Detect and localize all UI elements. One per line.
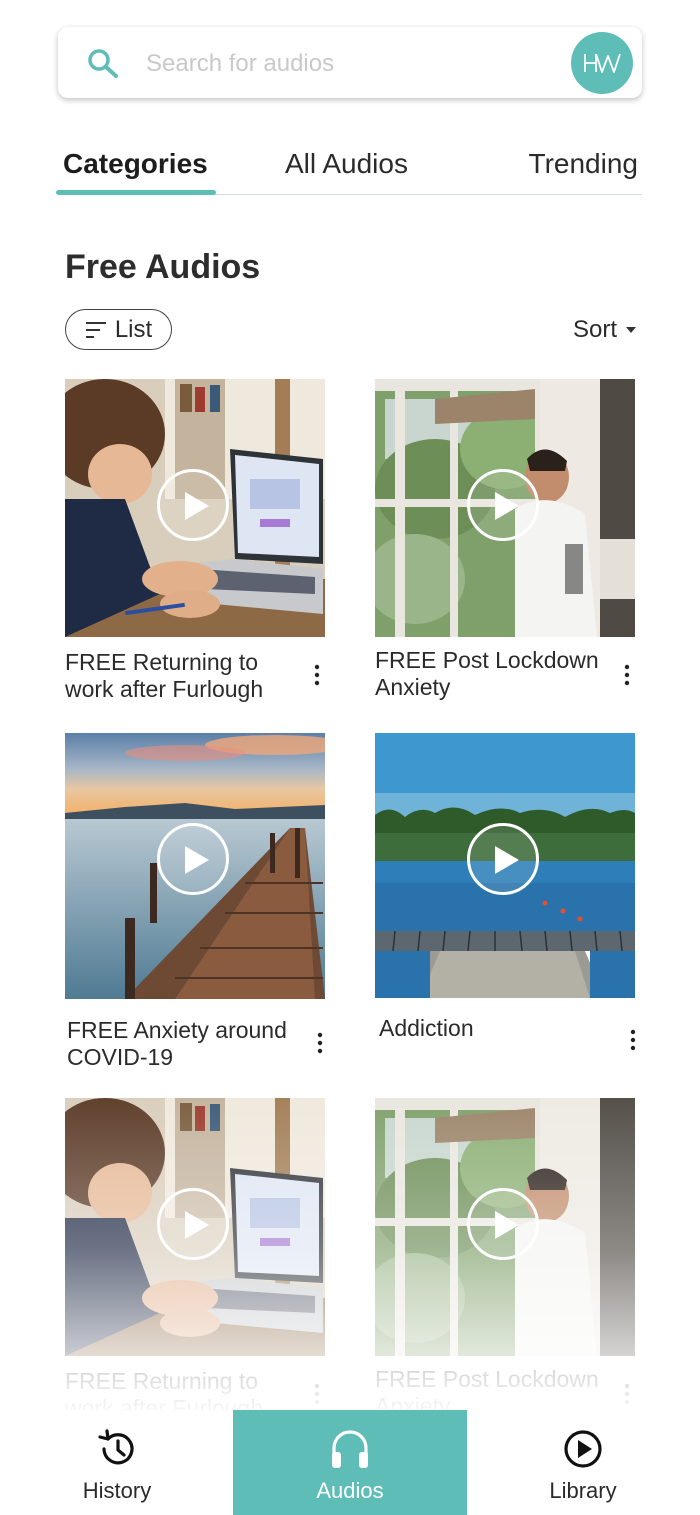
hw-logo-icon [584, 53, 621, 73]
audio-card[interactable]: FREE Post Lockdown Anxiety [375, 379, 635, 700]
play-button[interactable] [467, 823, 539, 895]
more-options-icon[interactable] [619, 1383, 635, 1405]
more-options-icon[interactable] [625, 1029, 641, 1051]
play-button[interactable] [467, 469, 539, 541]
caret-down-icon [626, 327, 636, 333]
play-circle-icon [564, 1430, 602, 1468]
tab-all-audios[interactable]: All Audios [285, 148, 408, 180]
play-icon [495, 1211, 519, 1239]
more-options-icon[interactable] [312, 1032, 328, 1054]
list-filter-icon [85, 321, 106, 338]
audio-thumbnail[interactable] [375, 733, 635, 998]
audio-title[interactable]: FREE Returning to work after Furlough [65, 649, 290, 703]
audio-thumbnail[interactable] [65, 1098, 325, 1356]
search-input[interactable] [144, 45, 548, 83]
sort-button[interactable]: Sort [573, 316, 637, 344]
list-button-label: List [114, 315, 153, 343]
play-button[interactable] [157, 823, 229, 895]
audio-card[interactable]: FREE Returning to work after Furlough [65, 379, 325, 702]
search-icon[interactable] [86, 47, 120, 81]
play-button[interactable] [157, 1188, 229, 1260]
audio-card[interactable]: FREE Returning to work after Furlough [65, 1098, 325, 1421]
play-icon [495, 846, 519, 874]
active-tab-indicator [56, 190, 216, 195]
sort-label: Sort [572, 316, 617, 343]
play-icon [185, 1211, 209, 1239]
audio-card[interactable]: FREE Post Lockdown Anxiety [375, 1098, 635, 1419]
nav-label-audios: Audios [316, 1478, 384, 1503]
nav-label-history: History [82, 1478, 152, 1503]
audio-title[interactable]: Addiction [379, 1015, 604, 1042]
play-icon [185, 492, 209, 520]
audio-thumbnail[interactable] [65, 379, 325, 637]
list-view-button[interactable]: List [65, 309, 172, 350]
audio-title[interactable]: FREE Anxiety around COVID-19 [67, 1017, 307, 1071]
nav-label-library: Library [549, 1478, 617, 1503]
avatar[interactable] [571, 32, 633, 94]
play-icon [185, 846, 209, 874]
audio-thumbnail[interactable] [375, 379, 635, 637]
play-icon [495, 492, 519, 520]
bottom-navigation: History Audios Library [0, 1410, 700, 1515]
audio-thumbnail[interactable] [375, 1098, 635, 1356]
audio-thumbnail[interactable] [65, 733, 325, 999]
play-button[interactable] [467, 1188, 539, 1260]
audio-card[interactable]: Addiction [375, 733, 636, 1051]
history-icon [98, 1429, 134, 1465]
headphones-icon [332, 1430, 368, 1468]
tab-bar: Categories All Audios Trending [56, 140, 642, 195]
more-options-icon[interactable] [309, 1383, 325, 1405]
nav-item-history[interactable]: History [0, 1410, 234, 1515]
tab-trending[interactable]: Trending [529, 148, 638, 180]
more-options-icon[interactable] [309, 664, 325, 686]
section-title: Free Audios [65, 248, 261, 286]
nav-item-library[interactable]: Library [466, 1410, 700, 1515]
nav-item-audios[interactable]: Audios [233, 1410, 467, 1515]
audio-card[interactable]: FREE Anxiety around COVID-19 [65, 733, 325, 1070]
tab-categories[interactable]: Categories [63, 148, 208, 180]
more-options-icon[interactable] [619, 664, 635, 686]
play-button[interactable] [157, 469, 229, 541]
audio-title[interactable]: FREE Post Lockdown Anxiety [375, 647, 600, 701]
search-bar [58, 27, 642, 98]
